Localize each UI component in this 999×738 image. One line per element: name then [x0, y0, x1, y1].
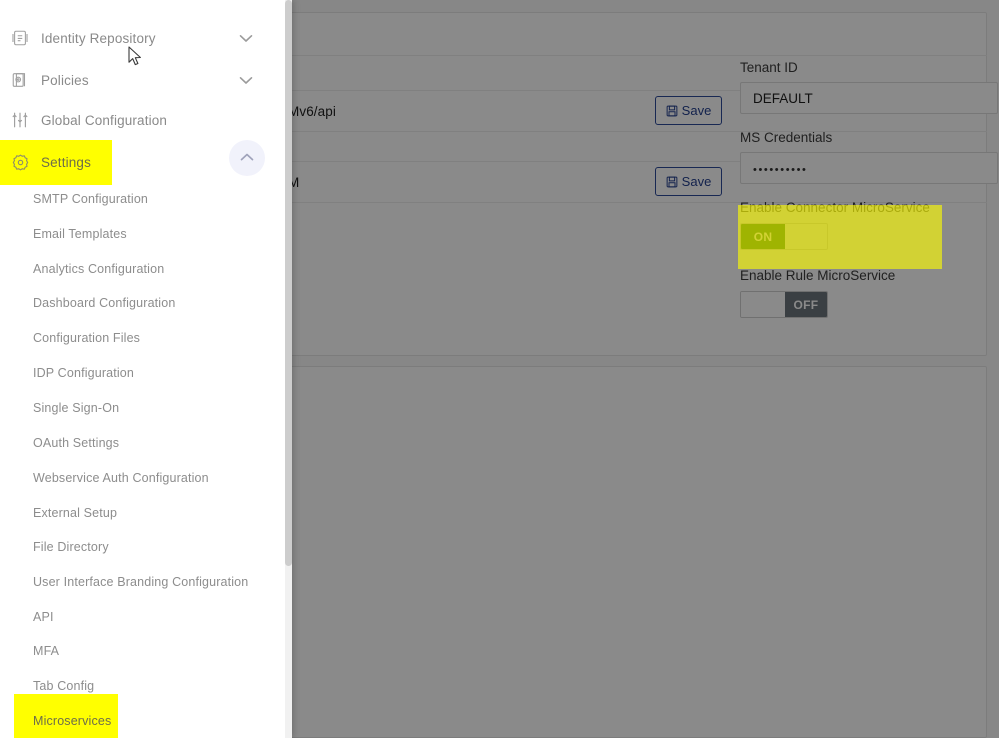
sidebar-item-file-directory[interactable]: File Directory — [0, 529, 285, 564]
highlight-connector-microservice — [738, 205, 942, 269]
sidebar-subitem-label: External Setup — [33, 505, 118, 520]
sidebar-item-webservice-auth-configuration[interactable]: Webservice Auth Configuration — [0, 460, 285, 495]
sidebar-subitem-label: MFA — [33, 643, 60, 658]
sidebar-item-idp-configuration[interactable]: IDP Configuration — [0, 355, 285, 390]
sidebar-subitem-label: Analytics Configuration — [33, 261, 165, 276]
sidebar-item-label: Settings — [41, 154, 91, 170]
sidebar-subitem-label: Email Templates — [33, 226, 127, 241]
sidebar-scroll-content: Identity Repository Policies Global Conf… — [0, 0, 285, 738]
sidebar-subitem-label: IDP Configuration — [33, 365, 134, 380]
policies-icon — [9, 69, 31, 91]
sidebar-item-email-templates[interactable]: Email Templates — [0, 216, 285, 251]
sidebar-item-identity-repository[interactable]: Identity Repository — [0, 16, 285, 60]
sidebar-item-microservices[interactable]: Microservices — [0, 703, 285, 738]
identity-repository-icon — [9, 27, 31, 49]
chevron-up-icon — [240, 149, 254, 167]
sidebar-item-external-setup[interactable]: External Setup — [0, 495, 285, 530]
floppy-disk-icon — [666, 176, 678, 188]
sidebar-subitem-label: API — [33, 609, 54, 624]
sidebar-item-global-configuration[interactable]: Global Configuration — [0, 98, 285, 142]
app-root: Mv6/api Save M Save Tenant ID DEFAULT MS… — [0, 0, 999, 738]
sidebar-item-user-interface-branding-configuration[interactable]: User Interface Branding Configuration — [0, 564, 285, 599]
ms-credentials-input[interactable]: •••••••••• — [740, 152, 998, 184]
sidebar-item-configuration-files[interactable]: Configuration Files — [0, 320, 285, 355]
sliders-icon — [9, 109, 31, 131]
sidebar-item-mfa[interactable]: MFA — [0, 633, 285, 668]
sidebar-subitem-label: File Directory — [33, 539, 109, 554]
rule-toggle-track — [741, 292, 785, 317]
rule-microservice-group: Enable Rule MicroService OFF — [740, 268, 998, 322]
sidebar-item-oauth-settings[interactable]: OAuth Settings — [0, 425, 285, 460]
rule-toggle-state: OFF — [785, 292, 827, 317]
chevron-down-icon[interactable] — [239, 34, 253, 43]
save-button-label-1: Save — [681, 103, 712, 118]
sidebar-item-label: Global Configuration — [41, 112, 168, 128]
settings-sidebar-drawer: Identity Repository Policies Global Conf… — [0, 0, 292, 738]
sidebar-subitem-label: Single Sign-On — [33, 400, 120, 415]
sidebar-item-label: Identity Repository — [41, 30, 156, 46]
sidebar-scrollbar-thumb[interactable] — [285, 0, 292, 566]
sidebar-subitem-label: User Interface Branding Configuration — [33, 574, 249, 589]
save-button-1[interactable]: Save — [655, 96, 722, 125]
tenant-id-input[interactable]: DEFAULT — [740, 82, 998, 114]
gear-icon — [9, 151, 31, 173]
rule-microservice-label: Enable Rule MicroService — [740, 268, 896, 283]
sidebar-item-api[interactable]: API — [0, 599, 285, 634]
sidebar-subitem-label: OAuth Settings — [33, 435, 120, 450]
chevron-down-icon[interactable] — [239, 76, 253, 85]
sidebar-subitem-label: Dashboard Configuration — [33, 295, 176, 310]
save-button-label-2: Save — [681, 174, 712, 189]
settings-collapse-button[interactable] — [229, 140, 265, 176]
sidebar-item-smtp-configuration[interactable]: SMTP Configuration — [0, 181, 285, 216]
sidebar-subitem-label: Tab Config — [33, 678, 95, 693]
sidebar-subitem-label: Configuration Files — [33, 330, 141, 345]
sidebar-subitem-label: Microservices — [33, 713, 112, 728]
sidebar-item-policies[interactable]: Policies — [0, 58, 285, 102]
floppy-disk-icon — [666, 105, 678, 117]
sidebar-subitem-label: SMTP Configuration — [33, 191, 149, 206]
rule-microservice-toggle[interactable]: OFF — [740, 291, 828, 318]
endpoint-field-value-1[interactable]: Mv6/api — [288, 104, 336, 119]
microservice-settings-panel: Tenant ID DEFAULT MS Credentials •••••••… — [740, 60, 998, 340]
save-button-2[interactable]: Save — [655, 167, 722, 196]
sidebar-item-label: Policies — [41, 72, 89, 88]
sidebar-item-tab-config[interactable]: Tab Config — [0, 668, 285, 703]
ms-credentials-label: MS Credentials — [740, 130, 833, 145]
sidebar-item-analytics-configuration[interactable]: Analytics Configuration — [0, 251, 285, 286]
sidebar-item-dashboard-configuration[interactable]: Dashboard Configuration — [0, 285, 285, 320]
sidebar-item-single-sign-on[interactable]: Single Sign-On — [0, 390, 285, 425]
sidebar-subitem-label: Webservice Auth Configuration — [33, 470, 209, 485]
tenant-id-label: Tenant ID — [740, 60, 798, 75]
